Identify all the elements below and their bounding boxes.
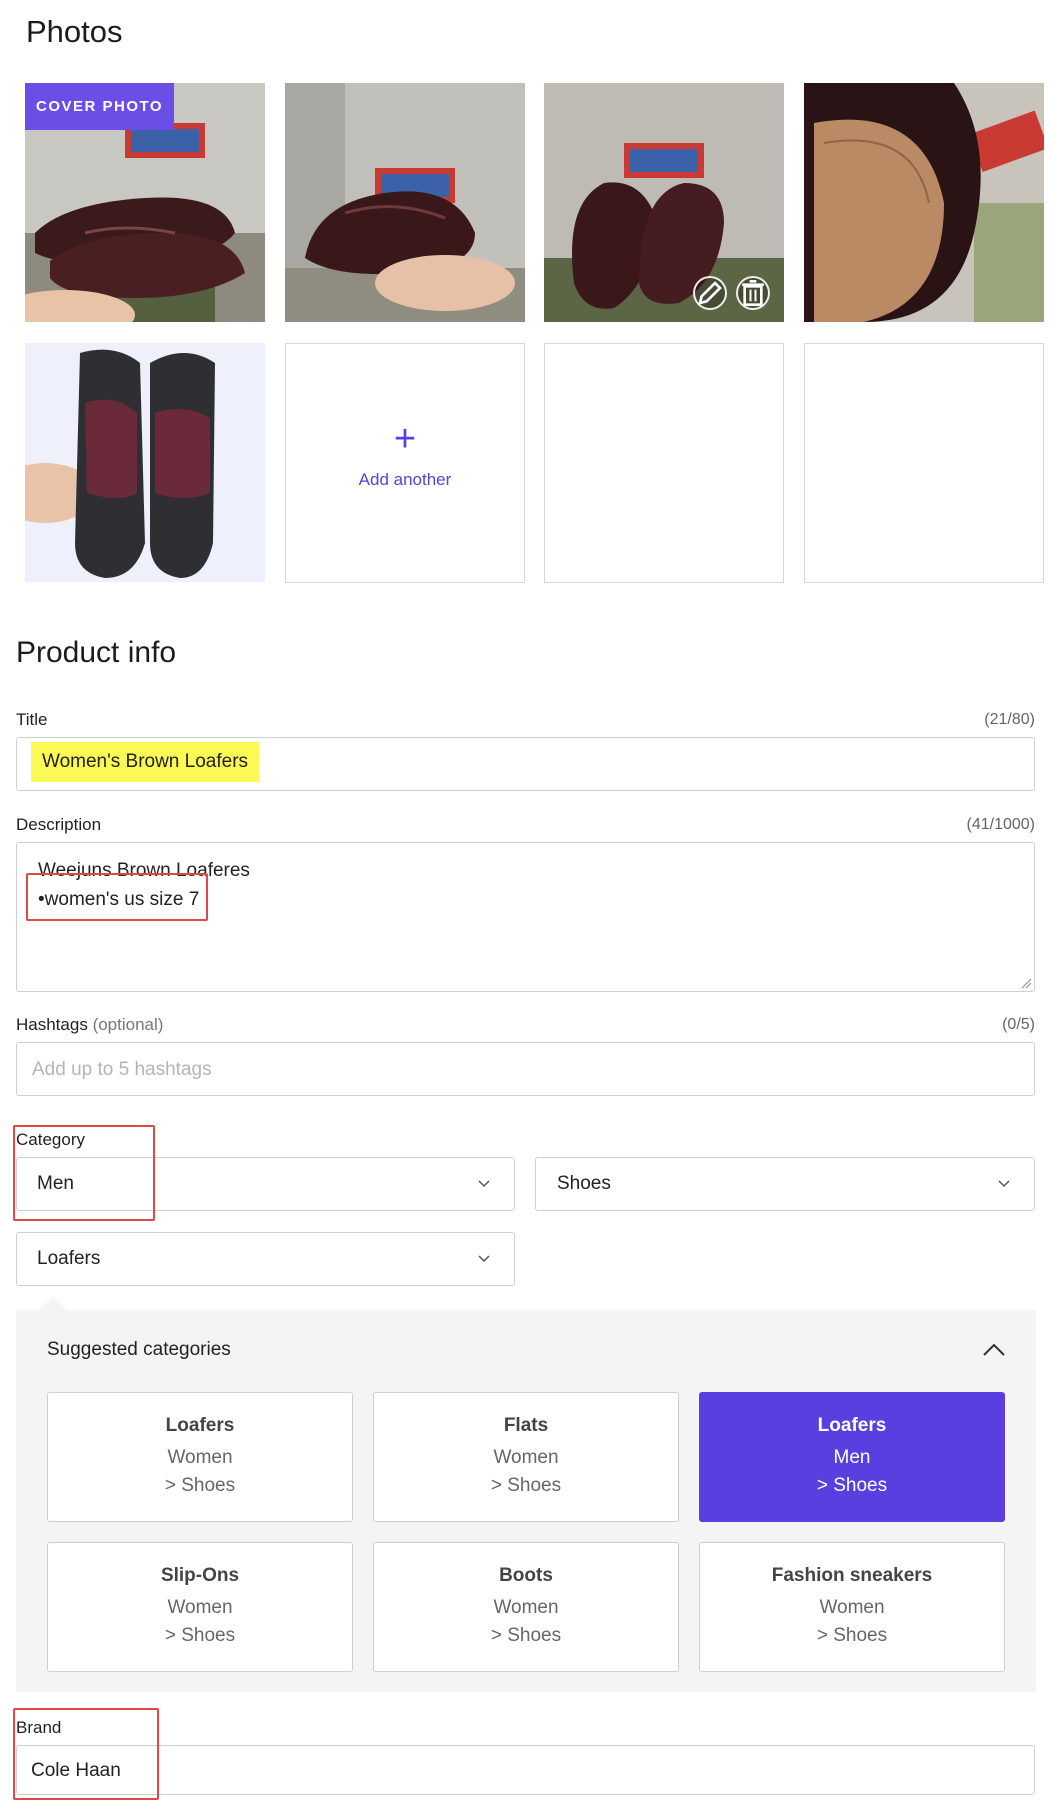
loafer-photo-4 xyxy=(804,83,1044,322)
hashtags-count: (0/5) xyxy=(1002,1016,1035,1033)
chevron-up-icon[interactable] xyxy=(983,1343,1005,1356)
tile-category-name: Flats xyxy=(503,1415,549,1436)
chevron-down-icon xyxy=(998,1180,1010,1188)
product-info-heading: Product info xyxy=(16,636,177,669)
suggested-category-tile[interactable]: Loafers Women > Shoes xyxy=(47,1392,353,1522)
photos-heading: Photos xyxy=(26,14,123,49)
tile-path-line-2: > Shoes xyxy=(164,1475,236,1496)
suggested-category-tile[interactable]: Boots Women > Shoes xyxy=(373,1542,679,1672)
photo-thumbnail-4[interactable] xyxy=(804,83,1044,322)
tile-path-line-1: Women xyxy=(167,1597,233,1618)
category-select-level-2[interactable]: Shoes xyxy=(535,1157,1035,1211)
tile-category-name: Loafers xyxy=(817,1415,887,1436)
tile-path-line-2: > Shoes xyxy=(164,1625,236,1646)
category-level-2-value: Shoes xyxy=(557,1173,611,1194)
category-select-level-3[interactable]: Loafers xyxy=(16,1232,515,1286)
plus-icon: + xyxy=(393,418,417,460)
empty-photo-slot[interactable] xyxy=(804,343,1044,583)
suggested-categories-panel: Suggested categories Loafers Women > Sho… xyxy=(16,1310,1036,1692)
loafer-photo-5 xyxy=(25,343,265,582)
photo-thumbnail-3[interactable] xyxy=(544,83,784,322)
description-label: Description xyxy=(16,815,102,834)
tile-path-line-2: > Shoes xyxy=(490,1475,562,1496)
tile-category-path: Women > Shoes xyxy=(374,1594,678,1650)
tile-category-path: Women > Shoes xyxy=(48,1594,352,1650)
tile-path-line-2: > Shoes xyxy=(816,1475,888,1496)
tile-category-name: Boots xyxy=(499,1565,553,1586)
chevron-down-icon xyxy=(478,1255,490,1263)
tile-path-line-1: Women xyxy=(493,1447,559,1468)
annotation-box-brand xyxy=(13,1708,159,1800)
suggested-category-tile-selected[interactable]: Loafers Men > Shoes xyxy=(699,1392,1005,1522)
cover-photo-badge: COVER PHOTO xyxy=(25,83,175,130)
resize-handle-icon[interactable] xyxy=(1020,977,1032,989)
tile-category-name: Fashion sneakers xyxy=(771,1565,933,1586)
loafer-photo-2 xyxy=(285,83,525,322)
panel-pointer xyxy=(38,1296,68,1311)
hashtags-input[interactable]: Add up to 5 hashtags xyxy=(16,1042,1035,1096)
add-photo-slot[interactable]: + Add another xyxy=(285,343,525,583)
pencil-icon xyxy=(698,281,722,305)
suggested-category-tile[interactable]: Flats Women > Shoes xyxy=(373,1392,679,1522)
title-input[interactable]: Women's Brown Loafers xyxy=(16,737,1035,791)
hashtags-label: Hashtags (optional) xyxy=(16,1015,163,1035)
tile-path-line-1: Women xyxy=(167,1447,233,1468)
annotation-box-description xyxy=(26,873,208,921)
add-another-label: Add another xyxy=(358,470,452,489)
photo-thumbnail-5[interactable] xyxy=(25,343,265,582)
empty-photo-slot[interactable] xyxy=(544,343,784,583)
tile-category-path: Women > Shoes xyxy=(700,1594,1004,1650)
tile-path-line-1: Men xyxy=(833,1447,871,1468)
annotation-box-category xyxy=(13,1125,155,1221)
suggested-categories-title: Suggested categories xyxy=(47,1339,231,1360)
title-char-count: (21/80) xyxy=(984,711,1035,728)
tile-category-name: Loafers xyxy=(165,1415,235,1436)
tile-category-path: Women > Shoes xyxy=(374,1444,678,1500)
tile-path-line-2: > Shoes xyxy=(816,1625,888,1646)
tile-category-path: Men > Shoes xyxy=(700,1444,1004,1500)
description-char-count: (41/1000) xyxy=(966,816,1036,833)
delete-photo-button[interactable] xyxy=(736,276,770,310)
tile-path-line-1: Women xyxy=(819,1597,885,1618)
edit-photo-button[interactable] xyxy=(693,276,727,310)
tile-category-name: Slip-Ons xyxy=(160,1565,240,1586)
chevron-down-icon xyxy=(478,1180,490,1188)
hashtags-label-text: Hashtags xyxy=(16,1015,88,1034)
hashtags-optional-text: (optional) xyxy=(92,1015,164,1034)
category-level-3-value: Loafers xyxy=(37,1248,101,1269)
cover-photo-thumbnail[interactable]: COVER PHOTO xyxy=(25,83,265,322)
brand-input[interactable]: Cole Haan xyxy=(16,1745,1035,1795)
tile-path-line-1: Women xyxy=(493,1597,559,1618)
hashtags-placeholder: Add up to 5 hashtags xyxy=(32,1059,212,1080)
photo-thumbnail-2[interactable] xyxy=(285,83,525,322)
tile-category-path: Women > Shoes xyxy=(48,1444,352,1500)
title-value: Women's Brown Loafers xyxy=(31,742,260,782)
suggested-category-tile[interactable]: Fashion sneakers Women > Shoes xyxy=(699,1542,1005,1672)
suggested-category-tile[interactable]: Slip-Ons Women > Shoes xyxy=(47,1542,353,1672)
tile-path-line-2: > Shoes xyxy=(490,1625,562,1646)
title-label: Title xyxy=(16,710,48,729)
trash-icon xyxy=(742,280,764,306)
